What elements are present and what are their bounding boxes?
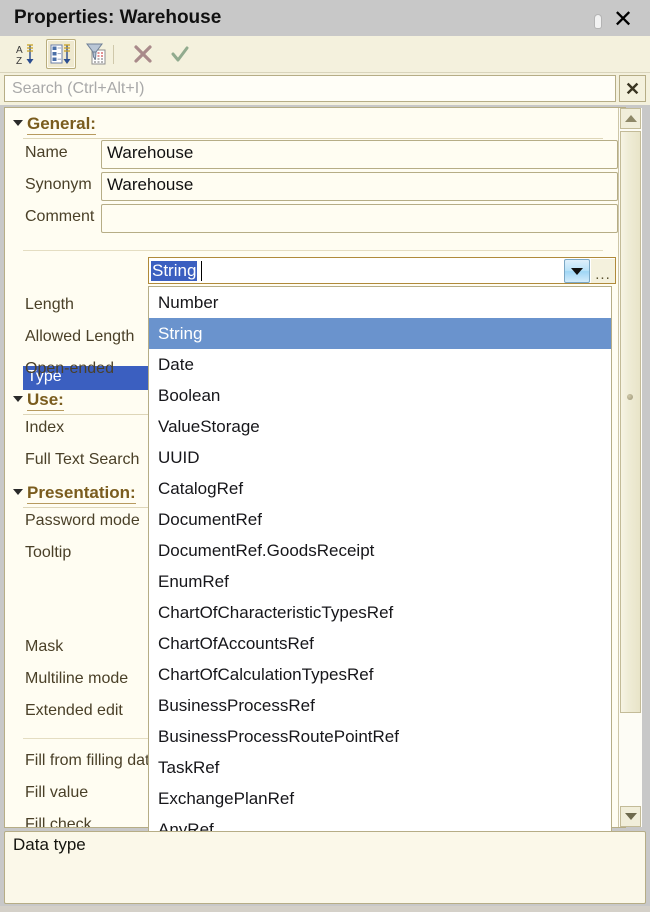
toolbar-separator [113,45,114,64]
dropdown-option-string[interactable]: String [149,318,611,349]
dropdown-option-date[interactable]: Date [149,349,611,380]
search-placeholder: Search (Ctrl+Alt+I) [12,80,145,97]
dropdown-option-valuestorage[interactable]: ValueStorage [149,411,611,442]
chevron-down-icon [13,489,23,495]
clear-search-icon: ✕ [624,78,641,99]
properties-toolbar: A Z [0,36,650,73]
filter-button[interactable] [82,39,112,69]
sort-alphabetical-button[interactable]: A Z [12,39,42,69]
close-window-button[interactable]: ✕ [612,5,634,33]
dropdown-option-documentref[interactable]: DocumentRef [149,504,611,535]
cancel-button[interactable] [128,39,158,69]
description-pane: Data type [4,831,646,904]
property-field-name[interactable]: Warehouse [101,140,618,169]
dropdown-option-enumref[interactable]: EnumRef [149,566,611,597]
window-bottom-edge [0,906,650,912]
triangle-down-icon [624,813,637,820]
cancel-x-icon [134,45,152,63]
section-label-presentation: Presentation: [27,483,136,504]
property-label-synonym: Synonym [25,176,92,193]
type-dropdown-list[interactable]: Number String Date Boolean ValueStorage … [148,286,612,846]
section-header-presentation[interactable]: Presentation: [13,483,136,504]
property-label-comment: Comment [25,208,95,225]
scroll-down-button[interactable] [620,806,641,827]
triangle-up-icon [624,115,637,122]
dropdown-option-uuid[interactable]: UUID [149,442,611,473]
text-caret [201,261,202,281]
property-label-index: Index [25,419,65,436]
dropdown-option-businessprocessref[interactable]: BusinessProcessRef [149,690,611,721]
type-dropdown-button[interactable] [564,259,590,283]
properties-window: Properties: Warehouse ✕ A Z Search (Ctrl… [0,0,650,912]
apply-button[interactable] [165,39,195,69]
scrollbar-thumb[interactable] [620,131,641,713]
dropdown-option-chartofcalculationtypesref[interactable]: ChartOfCalculationTypesRef [149,659,611,690]
property-label-length: Length [25,296,74,313]
scroll-up-button[interactable] [620,108,641,129]
property-label-open-ended: Open-ended [25,360,114,377]
property-label-tooltip: Tooltip [25,544,72,561]
search-input[interactable]: Search (Ctrl+Alt+I) [4,75,616,102]
section-label-general: General: [27,114,96,135]
dropdown-option-documentref-goodsreceipt[interactable]: DocumentRef.GoodsReceipt [149,535,611,566]
check-icon [171,46,189,62]
clear-search-button[interactable]: ✕ [619,75,646,102]
property-label-fill-check: Fill check [25,816,92,828]
property-label-password-mode: Password mode [25,512,140,529]
window-titlebar: Properties: Warehouse ✕ [0,0,650,36]
dropdown-option-boolean[interactable]: Boolean [149,380,611,411]
pin-glyph [595,14,601,28]
filter-icon [86,43,106,65]
section-header-general[interactable]: General: [13,114,96,135]
dropdown-option-number[interactable]: Number [149,287,611,318]
property-label-multiline-mode: Multiline mode [25,670,129,687]
chevron-down-icon [13,396,23,402]
description-title: Data type [13,835,86,854]
type-select-ellipsis-button[interactable]: ... [591,259,615,283]
section-header-use[interactable]: Use: [13,390,64,411]
sort-alphabetical-icon: A Z [16,44,34,66]
property-label-fill-from-filling-data: Fill from filling dat [25,752,150,769]
property-label-mask: Mask [25,638,64,655]
svg-text:Z: Z [16,56,22,66]
section-label-use: Use: [27,390,64,411]
sort-by-category-button[interactable] [46,39,76,69]
property-label-full-text-search: Full Text Search [25,451,140,468]
ellipsis-icon: ... [595,266,611,283]
vertical-scrollbar[interactable] [618,108,642,827]
auto-hide-pin-icon[interactable] [587,10,609,32]
sort-by-category-icon [50,44,71,64]
chevron-down-icon [13,120,23,126]
dropdown-option-catalogref[interactable]: CatalogRef [149,473,611,504]
search-row: Search (Ctrl+Alt+I) ✕ [0,73,650,105]
close-icon: ✕ [612,5,634,33]
dropdown-option-exchangeplanref[interactable]: ExchangePlanRef [149,783,611,814]
scrollbar-grip-dot [627,394,633,400]
page-title: Properties: Warehouse [14,7,222,28]
property-label-extended-edit: Extended edit [25,702,123,719]
dropdown-option-businessprocessroutepointref[interactable]: BusinessProcessRoutePointRef [149,721,611,752]
section-rule-general [23,138,603,139]
chevron-down-icon [571,267,583,275]
svg-text:A: A [16,45,23,56]
dropdown-option-taskref[interactable]: TaskRef [149,752,611,783]
property-label-fill-value: Fill value [25,784,89,801]
type-combo-input[interactable]: String [148,257,616,284]
type-combo-value: String [151,261,198,281]
dropdown-option-chartofaccountsref[interactable]: ChartOfAccountsRef [149,628,611,659]
property-field-comment[interactable] [101,204,618,233]
property-label-allowed-length: Allowed Length [25,328,135,345]
property-label-name: Name [25,144,68,161]
property-field-synonym[interactable]: Warehouse [101,172,618,201]
dropdown-option-chartofcharacteristictypesref[interactable]: ChartOfCharacteristicTypesRef [149,597,611,628]
group-divider-1 [23,250,603,251]
